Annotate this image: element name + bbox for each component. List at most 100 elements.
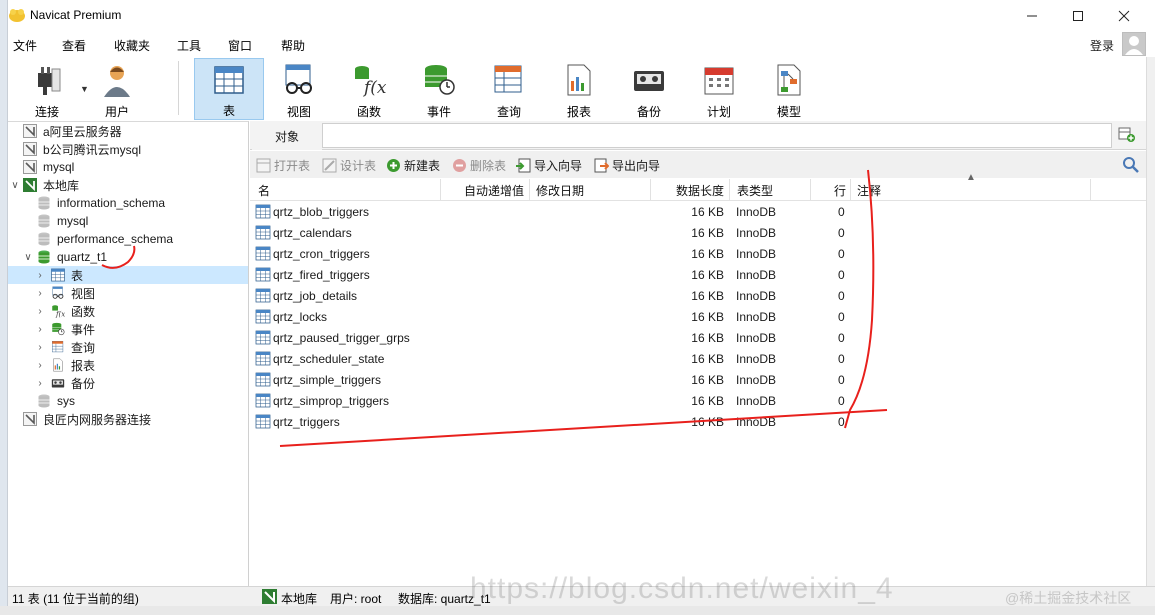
column-data-length[interactable]: 数据长度 — [676, 182, 724, 199]
toolbar-user-button[interactable]: 用户 — [82, 58, 152, 120]
tree-item[interactable]: › 视图 — [8, 284, 248, 302]
close-icon[interactable] — [1101, 0, 1147, 31]
table-row[interactable]: qrtz_scheduler_state 16 KB InnoDB 0 — [250, 349, 1146, 370]
table-data-length: 16 KB — [691, 205, 724, 219]
toolbar-label: 模型 — [776, 105, 801, 119]
table-data-length: 16 KB — [691, 268, 724, 282]
export-wizard-button[interactable]: 导出向导 — [594, 157, 660, 173]
table-row[interactable]: qrtz_cron_triggers 16 KB InnoDB 0 — [250, 244, 1146, 265]
connection-icon — [22, 142, 38, 156]
column-divider[interactable] — [440, 179, 441, 200]
tree-item[interactable]: › 备份 — [8, 374, 248, 392]
column-auto-increment[interactable]: 自动递增值 — [464, 182, 524, 199]
table-row[interactable]: qrtz_calendars 16 KB InnoDB 0 — [250, 223, 1146, 244]
import-wizard-button[interactable]: 导入向导 — [516, 157, 582, 173]
table-name: qrtz_triggers — [273, 415, 340, 429]
column-divider[interactable] — [810, 179, 811, 200]
column-divider[interactable] — [650, 179, 651, 200]
tree-item[interactable]: sys — [8, 392, 248, 410]
toolbar-label: 计划 — [706, 105, 731, 119]
menu-file[interactable]: 文件 — [13, 37, 37, 54]
table-row[interactable]: qrtz_locks 16 KB InnoDB 0 — [250, 307, 1146, 328]
column-divider[interactable] — [1090, 179, 1091, 200]
column-modified-date[interactable]: 修改日期 — [536, 182, 584, 199]
database-icon — [36, 214, 52, 228]
toolbar-model-button[interactable]: 模型 — [754, 58, 824, 120]
chevron-down-icon[interactable]: ∨ — [22, 252, 34, 263]
toolbar-calendar-button[interactable]: 计划 — [684, 58, 754, 120]
chevron-right-icon[interactable]: › — [34, 342, 46, 353]
toolbar-query-button[interactable]: 查询 — [474, 58, 544, 120]
column-comment[interactable]: 注释 — [857, 182, 881, 199]
tree-item[interactable]: › 报表 — [8, 356, 248, 374]
database-icon — [36, 394, 52, 408]
column-divider[interactable] — [729, 179, 730, 200]
menu-tools[interactable]: 工具 — [177, 37, 201, 54]
chevron-right-icon[interactable]: › — [34, 324, 46, 335]
chevron-right-icon[interactable]: › — [34, 270, 46, 281]
menu-favorites[interactable]: 收藏夹 — [114, 37, 150, 54]
new-tab-icon[interactable] — [1118, 127, 1136, 143]
table-row[interactable]: qrtz_blob_triggers 16 KB InnoDB 0 — [250, 202, 1146, 223]
open-table-button[interactable]: 打开表 — [256, 157, 310, 173]
toolbar-report-button[interactable]: 报表 — [544, 58, 614, 120]
table-engine: InnoDB — [736, 331, 777, 345]
table-icon — [255, 372, 271, 387]
tree-item[interactable]: ∨ 本地库 — [8, 176, 248, 194]
tree-item[interactable]: › 查询 — [8, 338, 248, 356]
database-icon — [36, 196, 52, 210]
tree-item[interactable]: b公司腾讯云mysql — [8, 140, 248, 158]
table-row[interactable]: qrtz_fired_triggers 16 KB InnoDB 0 — [250, 265, 1146, 286]
new-table-button[interactable]: 新建表 — [386, 157, 440, 173]
tree-item-label: 表 — [71, 268, 84, 283]
table-row[interactable]: qrtz_triggers 16 KB InnoDB 0 — [250, 412, 1146, 433]
table-data-length: 16 KB — [691, 373, 724, 387]
tree-item[interactable]: a阿里云服务器 — [8, 122, 248, 140]
toolbar-event-clock-button[interactable]: 事件 — [404, 58, 474, 120]
tree-item[interactable]: › 事件 — [8, 320, 248, 338]
design-table-button[interactable]: 设计表 — [322, 157, 376, 173]
tree-item[interactable]: performance_schema — [8, 230, 248, 248]
tree-item[interactable]: › 表 — [8, 266, 248, 284]
tree-item[interactable]: information_schema — [8, 194, 248, 212]
column-divider[interactable] — [529, 179, 530, 200]
menu-window[interactable]: 窗口 — [228, 37, 252, 54]
menu-view[interactable]: 查看 — [62, 37, 86, 54]
delete-table-button[interactable]: 删除表 — [452, 157, 506, 173]
chevron-right-icon[interactable]: › — [34, 306, 46, 317]
object-filter-input[interactable] — [322, 123, 1112, 148]
toolbar-glasses-button[interactable]: 视图 — [264, 58, 334, 120]
column-name[interactable]: 名 — [258, 182, 270, 199]
table-row[interactable]: qrtz_simprop_triggers 16 KB InnoDB 0 — [250, 391, 1146, 412]
login-link[interactable]: 登录 — [1090, 37, 1114, 54]
tree-item-label: a阿里云服务器 — [43, 124, 122, 139]
toolbar-plug-button[interactable]: 连接 — [12, 58, 82, 120]
search-icon[interactable] — [1122, 156, 1140, 174]
column-engine[interactable]: 表类型 — [737, 182, 773, 199]
chevron-down-icon[interactable]: ∨ — [10, 180, 20, 191]
tree-item[interactable]: › f(x) 函数 — [8, 302, 248, 320]
tree-item-label: 良匠内网服务器连接 — [43, 412, 152, 427]
menu-help[interactable]: 帮助 — [281, 37, 305, 54]
tree-item[interactable]: ∨ quartz_t1 — [8, 248, 248, 266]
tree-item[interactable]: 良匠内网服务器连接 — [8, 410, 248, 428]
toolbar-function-button[interactable]: f(x) 函数 — [334, 58, 404, 120]
button-label: 打开表 — [274, 158, 311, 173]
tree-item[interactable]: mysql — [8, 212, 248, 230]
tab-objects[interactable]: 对象 — [252, 122, 322, 150]
chevron-right-icon[interactable]: › — [34, 288, 46, 299]
avatar[interactable] — [1122, 32, 1146, 56]
tree-item[interactable]: mysql — [8, 158, 248, 176]
minimize-icon[interactable] — [1009, 0, 1055, 31]
toolbar-backup-tape-button[interactable]: 备份 — [614, 58, 684, 120]
toolbar-table-button[interactable]: 表 — [194, 58, 264, 120]
column-rows[interactable]: 行 — [834, 182, 846, 199]
table-row-count: 0 — [838, 415, 845, 429]
column-divider[interactable] — [850, 179, 851, 200]
maximize-icon[interactable] — [1055, 0, 1101, 31]
chevron-right-icon[interactable]: › — [34, 378, 46, 389]
table-row[interactable]: qrtz_paused_trigger_grps 16 KB InnoDB 0 — [250, 328, 1146, 349]
chevron-right-icon[interactable]: › — [34, 360, 46, 371]
table-row[interactable]: qrtz_simple_triggers 16 KB InnoDB 0 — [250, 370, 1146, 391]
table-row[interactable]: qrtz_job_details 16 KB InnoDB 0 — [250, 286, 1146, 307]
